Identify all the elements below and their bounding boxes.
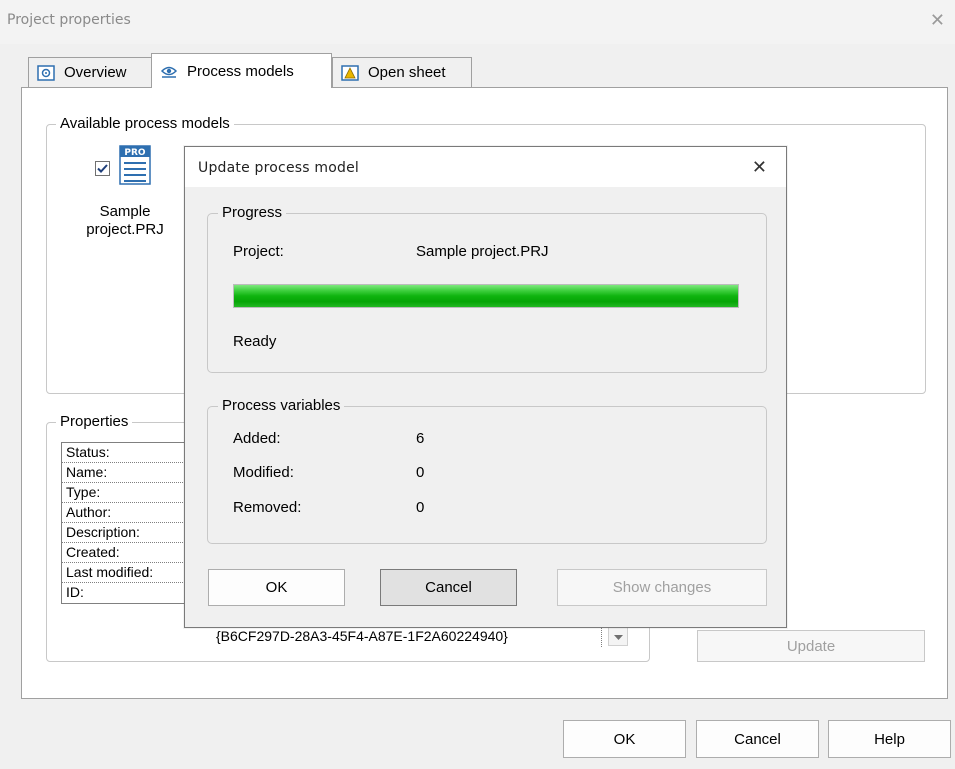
model-label-line2: project.PRJ (86, 221, 164, 238)
project-label: Project: (233, 243, 284, 260)
project-value: Sample project.PRJ (416, 243, 549, 260)
chevron-down-icon (613, 628, 623, 645)
status-text: Ready (233, 333, 277, 350)
help-button[interactable]: Help (828, 720, 951, 758)
show-changes-button[interactable]: Show changes (557, 569, 767, 606)
window-title: Project properties (7, 12, 131, 28)
tab-process-models[interactable]: Process models (151, 53, 332, 88)
warning-icon (341, 64, 359, 81)
dialog-cancel-button[interactable]: Cancel (380, 569, 517, 606)
available-models-legend: Available process models (56, 115, 234, 133)
title-bar: Project properties ✕ (0, 0, 955, 44)
progress-group: Progress Project: Sample project.PRJ Rea… (207, 204, 767, 373)
tab-overview[interactable]: Overview (28, 57, 152, 87)
process-variables-legend: Process variables (218, 397, 345, 415)
model-label[interactable]: Sample project.PRJ (80, 203, 170, 239)
cancel-button[interactable]: Cancel (696, 720, 819, 758)
eye-icon (160, 63, 178, 79)
dialog-title-bar: Update process model ✕ (185, 147, 786, 187)
removed-label: Removed: (233, 499, 302, 516)
progress-bar (233, 284, 739, 308)
dialog-ok-button[interactable]: OK (208, 569, 345, 606)
id-value[interactable]: {B6CF297D-28A3-45F4-A87E-1F2A60224940} (212, 626, 602, 647)
tab-open-sheet[interactable]: Open sheet (332, 57, 472, 87)
progress-fill (234, 285, 738, 307)
process-variables-group: Process variables Added: 6 Modified: 0 R… (207, 397, 767, 544)
id-dropdown-button[interactable] (608, 626, 628, 646)
added-value: 6 (416, 430, 425, 447)
document-icon[interactable]: PRO (119, 145, 151, 185)
progress-legend: Progress (218, 204, 287, 222)
dialog-close-icon[interactable]: ✕ (752, 157, 767, 178)
added-label: Added: (233, 430, 281, 447)
tab-process-models-label: Process models (187, 62, 294, 80)
properties-legend: Properties (56, 413, 133, 431)
modified-value: 0 (416, 464, 425, 481)
model-label-line1: Sample (99, 203, 151, 220)
dialog-title: Update process model (198, 160, 359, 176)
tab-overview-label: Overview (64, 64, 127, 81)
modified-label: Modified: (233, 464, 294, 481)
doc-icon-text: PRO (124, 148, 146, 158)
ok-button[interactable]: OK (563, 720, 686, 758)
tab-open-sheet-label: Open sheet (368, 64, 446, 81)
update-process-model-dialog: Update process model ✕ Progress Project:… (184, 146, 787, 628)
model-checkbox[interactable] (95, 161, 110, 176)
update-button[interactable]: Update (697, 630, 925, 662)
gear-icon (37, 64, 55, 81)
close-icon[interactable]: ✕ (930, 10, 945, 31)
removed-value: 0 (416, 499, 425, 516)
